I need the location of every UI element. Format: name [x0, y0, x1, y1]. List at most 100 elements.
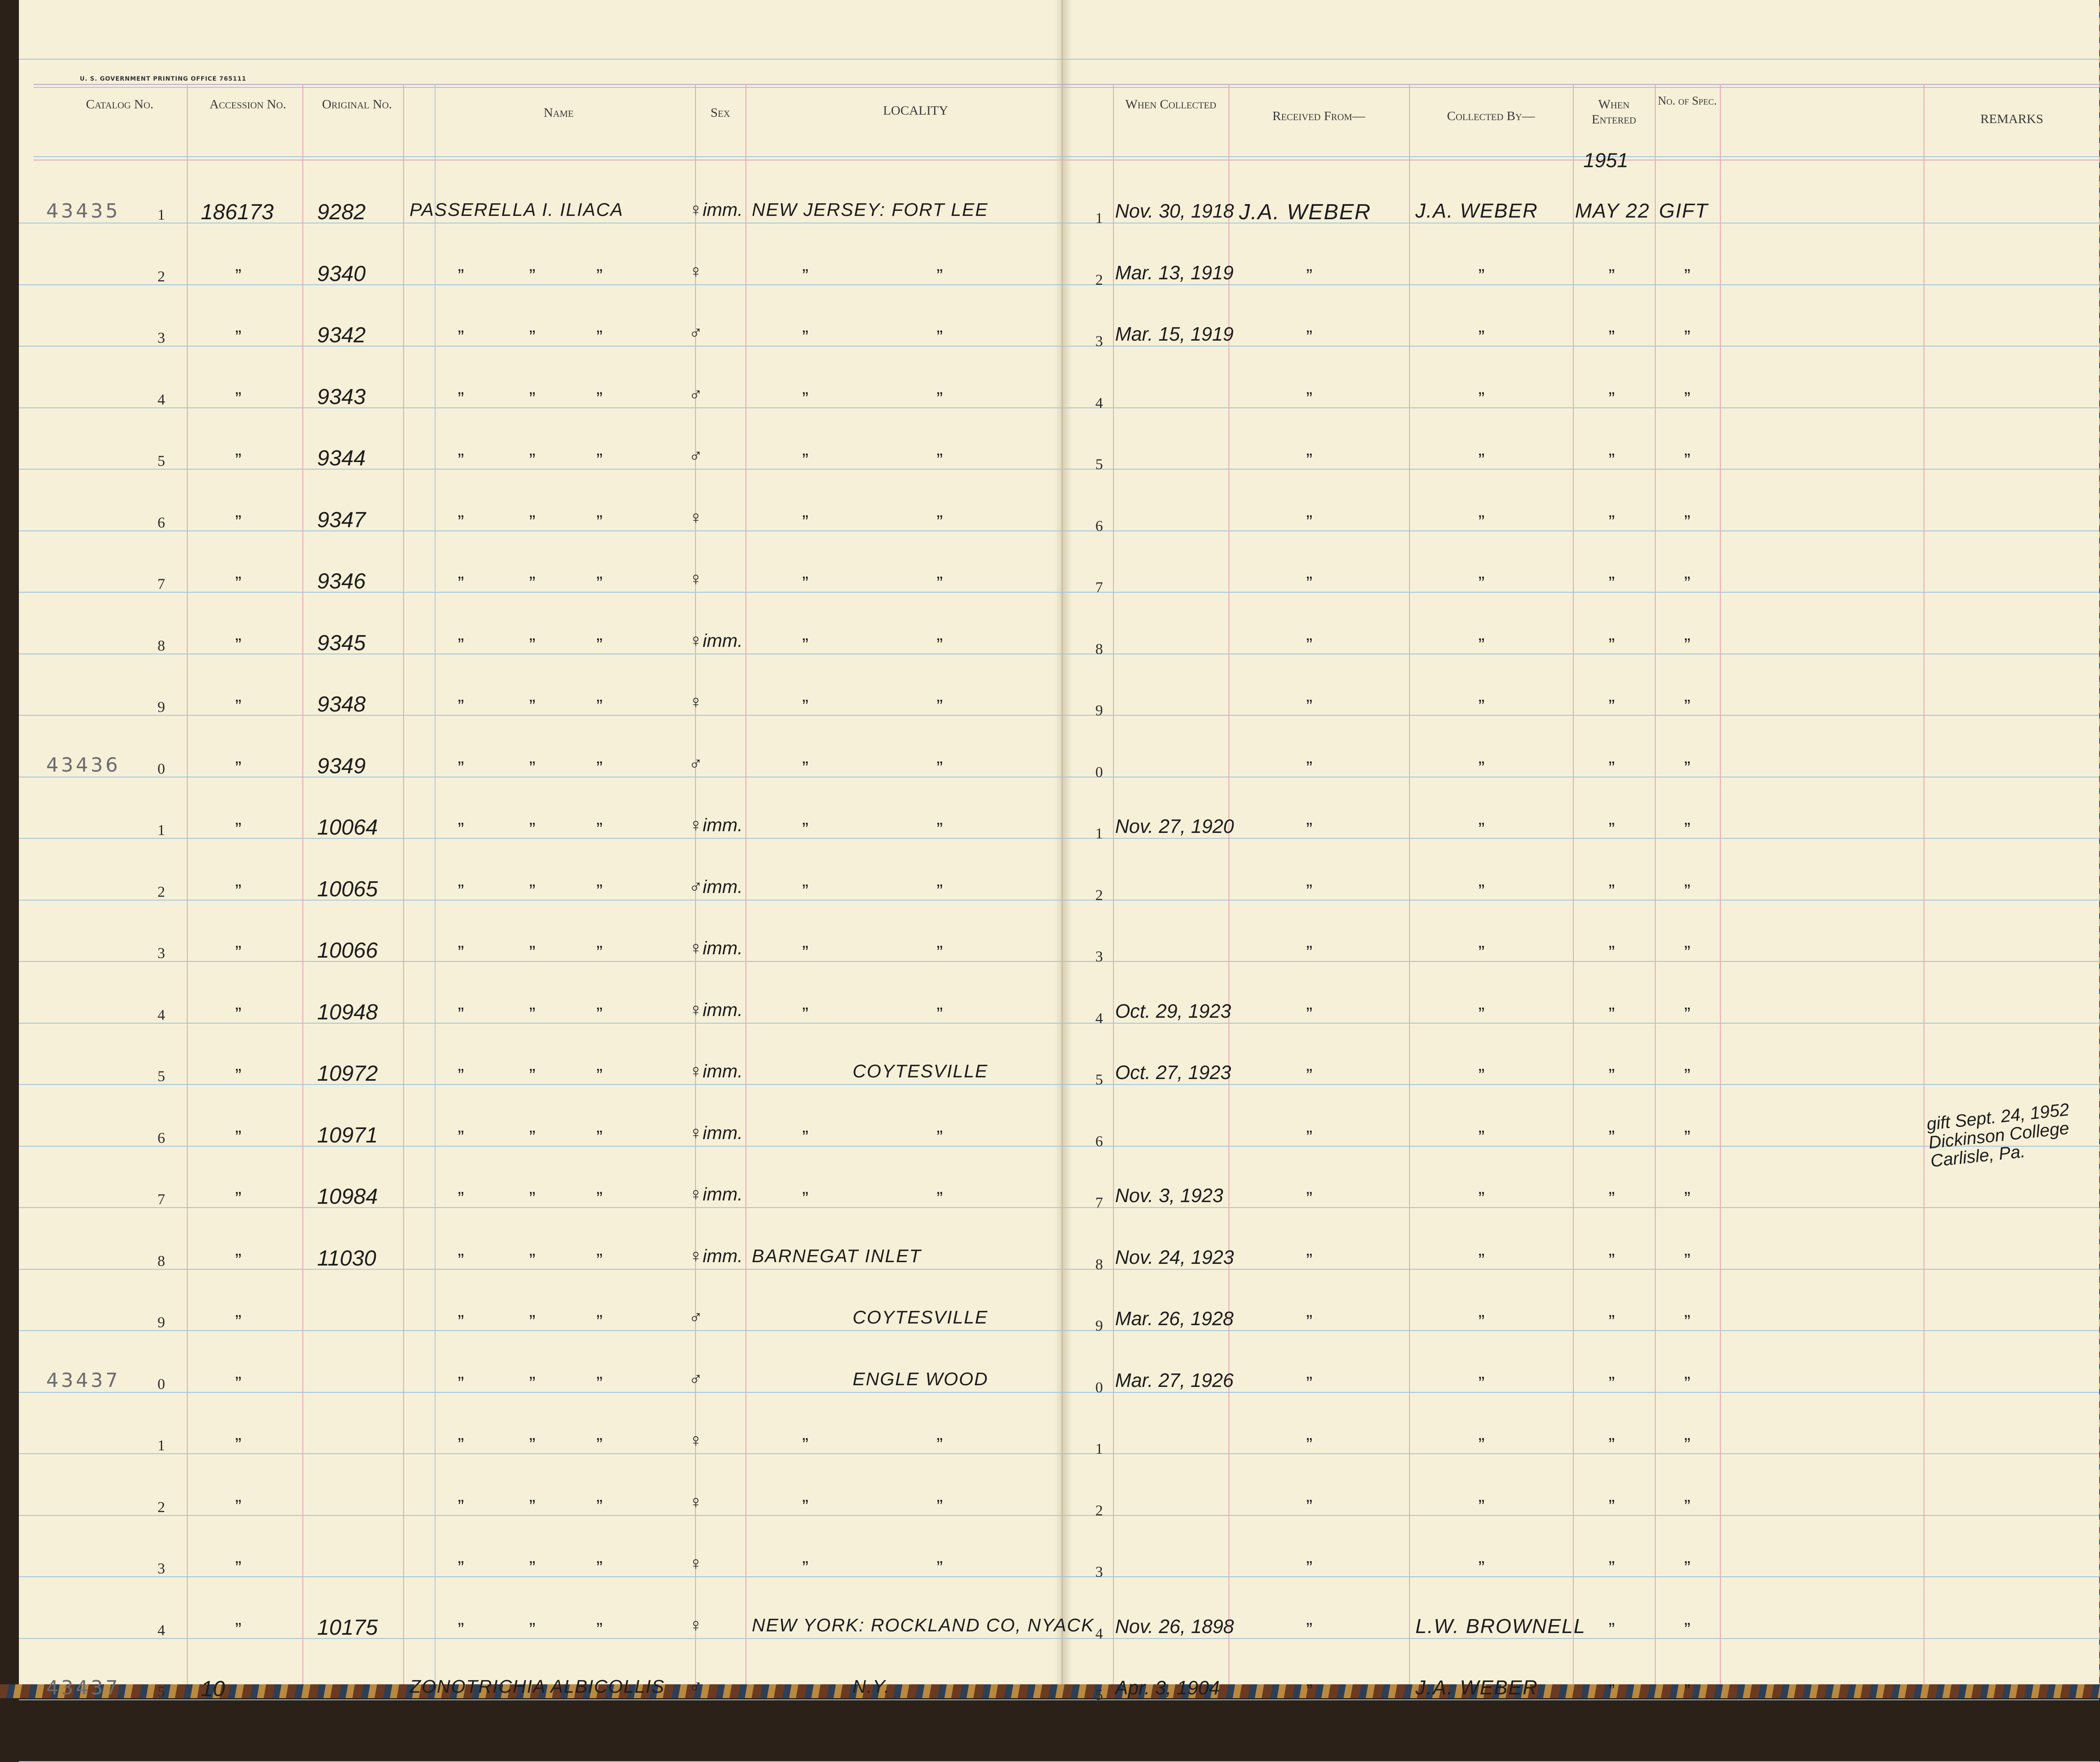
cell-sex: ♂ — [689, 384, 703, 405]
line-number-right: 1 — [1095, 1440, 1103, 1457]
line-number: 8 — [158, 1252, 165, 1269]
ditto-mark: ” — [1306, 1188, 1312, 1209]
ditto-mark: ” — [529, 327, 536, 347]
ditto-mark: ” — [802, 1003, 808, 1024]
ditto-mark: ” — [529, 1003, 536, 1024]
line-number: 0 — [158, 1375, 165, 1392]
ditto-mark: ” — [596, 1250, 603, 1271]
line-number: 5 — [158, 1683, 165, 1700]
ditto-mark: ” — [1478, 450, 1485, 470]
header-top-rule — [34, 84, 2099, 88]
cell-sex: ♀imm. — [689, 630, 743, 651]
ditto-mark: ” — [529, 1496, 536, 1517]
cell-locality: ENGLE WOOD — [853, 1368, 989, 1389]
line-number-right: 4 — [1095, 1625, 1103, 1642]
line-number: 9 — [158, 1314, 165, 1331]
ditto-mark: ” — [235, 757, 242, 778]
ditto-mark: ” — [1684, 511, 1690, 532]
line-number-right: 7 — [1095, 1194, 1103, 1211]
ditto-mark: ” — [529, 388, 536, 409]
cell-sex: ♀imm. — [689, 999, 743, 1020]
ditto-mark: ” — [1609, 634, 1615, 655]
line-number-right: 8 — [1095, 1255, 1103, 1273]
ditto-mark: ” — [1684, 1496, 1690, 1517]
cell-entered: MAY 22 — [1575, 200, 1650, 222]
cell-sex: ♂ — [689, 446, 703, 466]
column-rule — [1113, 84, 1114, 1684]
ditto-mark: ” — [1478, 327, 1485, 347]
ruled-line — [19, 1330, 2099, 1331]
ditto-mark: ” — [1609, 1681, 1615, 1701]
ditto-mark: ” — [1478, 880, 1485, 901]
ditto-mark: ” — [1609, 696, 1615, 717]
ditto-mark: ” — [802, 1127, 808, 1148]
ditto-mark: ” — [596, 388, 603, 409]
ditto-mark: ” — [596, 327, 603, 347]
ditto-mark: ” — [458, 511, 464, 532]
cell-sex: ♀ — [689, 1430, 703, 1451]
ditto-mark: ” — [802, 696, 808, 717]
ditto-mark: ” — [1609, 757, 1615, 778]
ditto-mark: ” — [937, 511, 943, 532]
ditto-mark: ” — [802, 819, 808, 840]
ditto-mark: ” — [1684, 1250, 1690, 1271]
ditto-mark: ” — [1609, 511, 1615, 532]
cell-catalog: 43437 — [46, 1676, 121, 1699]
ditto-mark: ” — [1306, 1681, 1312, 1701]
line-number: 5 — [158, 1068, 165, 1085]
ditto-mark: ” — [1609, 1003, 1615, 1024]
ditto-mark: ” — [458, 1250, 464, 1271]
line-number: 6 — [158, 1129, 165, 1146]
ditto-mark: ” — [1684, 450, 1690, 470]
ditto-mark: ” — [937, 757, 943, 778]
column-rule — [1409, 84, 1410, 1684]
ditto-mark: ” — [1478, 757, 1485, 778]
ditto-mark: ” — [596, 1311, 603, 1332]
cell-name: PASSERELLA I. ILIACA — [410, 200, 624, 220]
ditto-mark: ” — [937, 696, 943, 717]
line-number: 4 — [158, 1006, 165, 1023]
cell-sex: ♂ — [689, 753, 703, 774]
header-name: Name — [543, 105, 574, 120]
cell-collected: Mar. 27, 1926 — [1115, 1369, 1234, 1391]
cell-collected: Nov. 27, 1920 — [1115, 815, 1234, 837]
ditto-mark: ” — [1684, 1127, 1690, 1148]
ditto-mark: ” — [1609, 1127, 1615, 1148]
ditto-mark: ” — [529, 634, 536, 655]
ruled-line — [19, 1699, 2099, 1700]
ditto-mark: ” — [1684, 1373, 1690, 1394]
cell-original: 10066 — [317, 938, 378, 963]
cell-received-from: J.A. WEBER — [1239, 200, 1371, 224]
ditto-mark: ” — [1478, 388, 1485, 409]
ditto-mark: ” — [529, 1373, 536, 1394]
cell-accession: 186173 — [201, 200, 274, 224]
ditto-mark: ” — [235, 1250, 242, 1271]
line-number: 3 — [158, 1560, 165, 1577]
ditto-mark: ” — [1609, 880, 1615, 901]
cell-collected-by: L.W. BROWNELL — [1415, 1615, 1586, 1638]
cell-original: 9348 — [317, 692, 366, 717]
cell-collected: Mar. 26, 1928 — [1115, 1308, 1234, 1329]
line-number-right: 5 — [1095, 1686, 1103, 1703]
line-number-right: 9 — [1095, 1317, 1103, 1334]
cell-original: 10984 — [317, 1184, 378, 1209]
cell-sex: ♀ — [689, 507, 703, 528]
cell-sex: ♀ — [689, 569, 703, 589]
cell-sex: ♀imm. — [689, 1245, 743, 1266]
ditto-mark: ” — [802, 942, 808, 963]
ruled-line — [19, 1453, 2099, 1454]
line-number-right: 1 — [1095, 210, 1103, 226]
line-number: 6 — [158, 514, 165, 531]
ditto-mark: ” — [1684, 1065, 1690, 1086]
cell-original: 10175 — [317, 1615, 378, 1640]
ditto-mark: ” — [458, 942, 464, 963]
ruled-line — [19, 59, 2099, 60]
cell-collected: Oct. 29, 1923 — [1115, 1000, 1231, 1022]
ditto-mark: ” — [596, 1557, 603, 1578]
cell-original: 10972 — [317, 1061, 378, 1086]
header-collected-by: Collected By— — [1447, 108, 1535, 123]
cell-original: 9282 — [317, 200, 366, 224]
line-number-right: 2 — [1095, 886, 1103, 903]
ditto-mark: ” — [802, 327, 808, 347]
ditto-mark: ” — [235, 634, 242, 655]
